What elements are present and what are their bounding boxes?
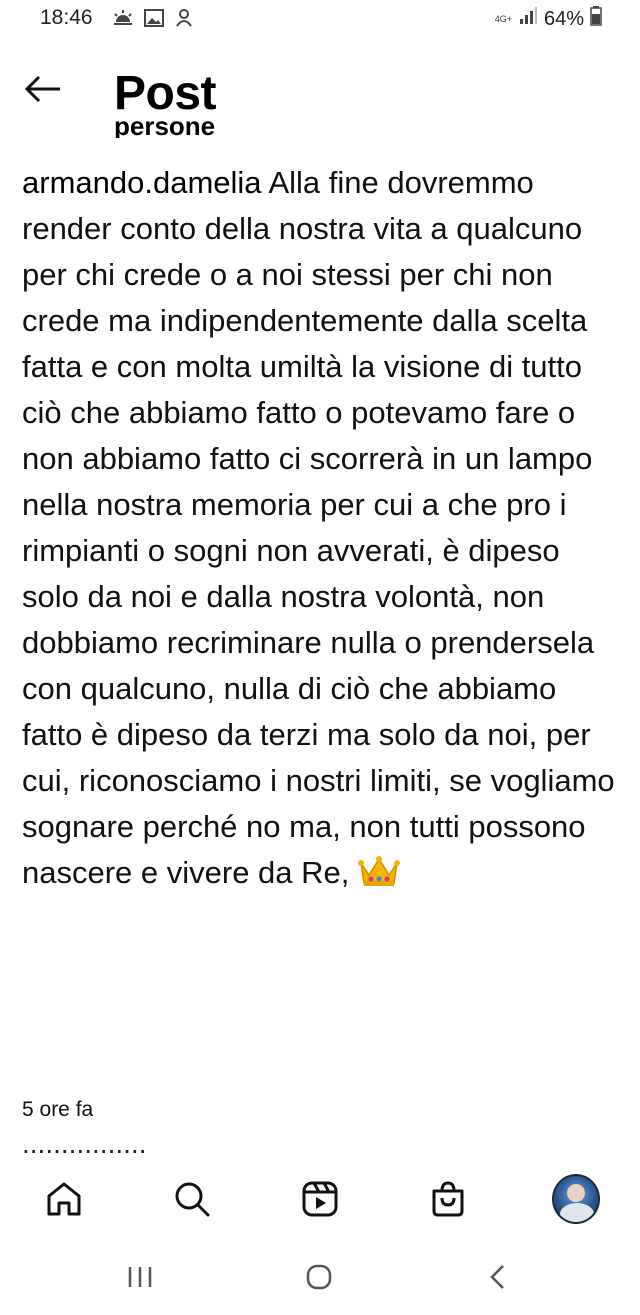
- status-time: 18:46: [40, 6, 93, 29]
- header: Post: [0, 60, 640, 150]
- status-right-group: 4G+ 64%: [495, 6, 602, 32]
- nav-reels[interactable]: [296, 1175, 344, 1223]
- post-username[interactable]: armando.damelia: [22, 165, 262, 200]
- battery-icon: [590, 6, 602, 32]
- page-title: Post: [114, 67, 217, 120]
- status-bar: 18:46 4G+ 64%: [0, 0, 640, 38]
- next-comment-peek: ................: [22, 1150, 622, 1158]
- post-caption: armando.damelia Alla fine dovremmo rende…: [22, 160, 622, 902]
- post-screen: 18:46 4G+ 64% Post persone armando.damel…: [0, 0, 640, 1315]
- gallery-icon: [144, 9, 164, 27]
- nav-search[interactable]: [168, 1175, 216, 1223]
- signal-icon: [518, 7, 538, 31]
- crown-icon: [358, 855, 401, 902]
- reels-icon: [302, 1181, 338, 1217]
- back-system-button[interactable]: [478, 1259, 518, 1295]
- home-icon: [47, 1182, 81, 1216]
- clipped-previous-text: persone: [114, 118, 216, 138]
- search-icon: [175, 1182, 210, 1217]
- caption-text: Alla fine dovremmo render conto della no…: [22, 165, 615, 890]
- battery-percent: 64%: [543, 7, 584, 30]
- recent-apps-button[interactable]: [120, 1259, 160, 1295]
- weather-icon: [112, 9, 134, 27]
- back-arrow-icon: [24, 75, 60, 103]
- network-type: 4G+: [494, 13, 512, 24]
- notification-icon: [174, 8, 194, 28]
- status-notification-icons: [112, 8, 194, 28]
- home-system-button[interactable]: [299, 1259, 339, 1295]
- nav-shop[interactable]: [424, 1175, 472, 1223]
- profile-avatar: [552, 1174, 600, 1224]
- back-button[interactable]: [22, 68, 64, 110]
- bottom-navigation: [0, 1165, 640, 1235]
- recent-apps-icon: [128, 1267, 152, 1287]
- back-chevron-icon: [490, 1265, 504, 1289]
- nav-home[interactable]: [40, 1175, 88, 1223]
- shop-icon: [432, 1181, 464, 1217]
- home-circle-icon: [306, 1264, 332, 1290]
- nav-profile[interactable]: [552, 1174, 600, 1224]
- post-timestamp: 5 ore fa: [22, 1098, 94, 1121]
- system-navigation-bar: [0, 1245, 640, 1305]
